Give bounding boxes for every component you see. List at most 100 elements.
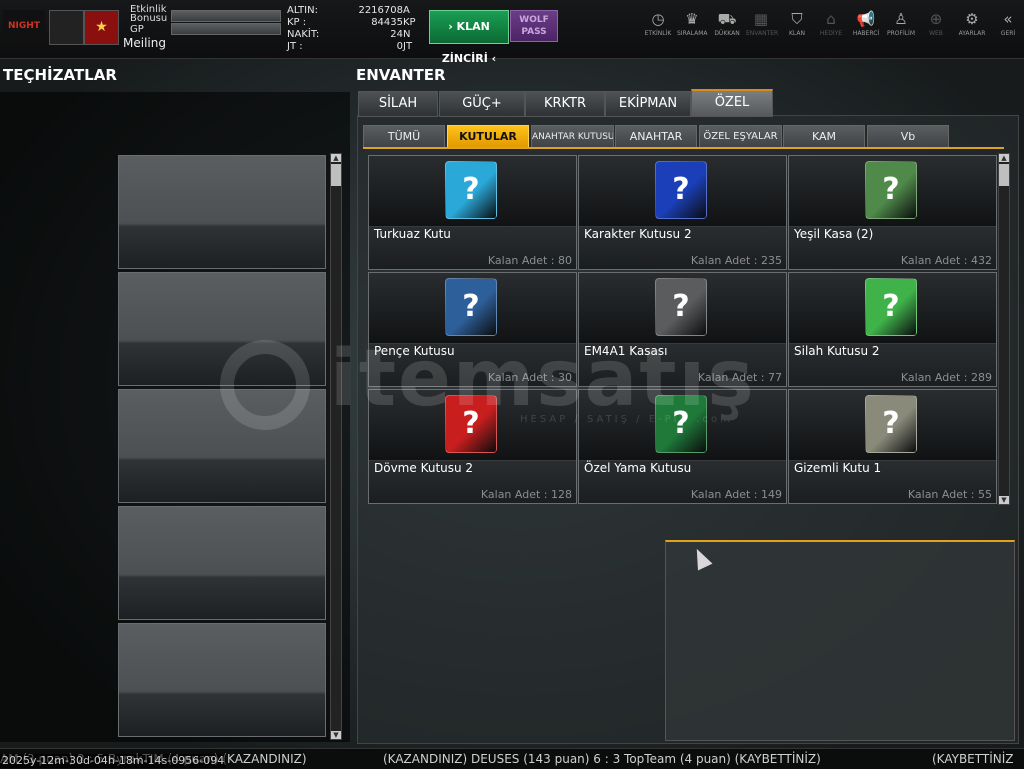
menu-profile-button[interactable]: ♙ PROFİLİM <box>886 10 916 37</box>
tab-1[interactable]: GÜÇ+ <box>439 91 525 117</box>
item-name: Özel Yama Kutusu <box>584 461 692 475</box>
item-name: EM4A1 Kasası <box>584 344 668 358</box>
timestamp: 2025y-12m-30d-04h-18m-14s-0956-094 <box>0 754 227 768</box>
inventory-item-card[interactable]: ? Dövme Kutusu 2 Kalan Adet : 128 <box>368 389 577 504</box>
menu-medal-button[interactable]: ♛ SIRALAMA <box>677 10 707 37</box>
ticker-segment: (KAZANDINIZ) DEUSES (143 puan) 6 : 3 Top… <box>383 752 821 766</box>
equipment-slot[interactable] <box>118 155 326 269</box>
equipment-slot[interactable] <box>118 623 326 737</box>
inventory-item-card[interactable]: ? Gizemli Kutu 1 Kalan Adet : 55 <box>788 389 997 504</box>
inventory-item-card[interactable]: ? Pençe Kutusu Kalan Adet : 30 <box>368 272 577 387</box>
clan-logo-icon: NIGHT <box>3 10 45 43</box>
subtab-6[interactable]: Vb <box>867 125 949 149</box>
inventory-title: ENVANTER <box>356 66 446 84</box>
item-image: ? <box>369 273 576 343</box>
menu-clock-button[interactable]: ◷ ETKİNLİK <box>643 10 673 37</box>
subtab-4[interactable]: ÖZEL EŞYALAR <box>699 125 782 149</box>
inventory-icon: ▦ <box>753 10 769 28</box>
menu-gear-button[interactable]: ⚙ AYARLAR <box>957 10 987 37</box>
menu-gift-button[interactable]: ⌂ HEDİYE <box>816 10 846 37</box>
inventory-item-card[interactable]: ? Yeşil Kasa (2) Kalan Adet : 432 <box>788 155 997 270</box>
item-image: ? <box>579 156 786 226</box>
currency-unit: JT <box>403 41 413 52</box>
currency-label: NAKİT: <box>287 29 320 40</box>
scroll-up-icon[interactable]: ▲ <box>331 154 341 162</box>
item-quantity: Kalan Adet : 80 <box>487 254 572 267</box>
item-box-icon: ? <box>655 278 707 336</box>
top-bar: NIGHT ★ Etkinlik Bonusu GP Meiling ALTIN… <box>0 0 1024 65</box>
item-quantity: Kalan Adet : 149 <box>690 488 782 501</box>
inventory-item-card[interactable]: ? Karakter Kutusu 2 Kalan Adet : 235 <box>578 155 787 270</box>
shield-icon: ⛉ <box>791 10 803 28</box>
menu-cart-button[interactable]: ⛟ DÜKKAN <box>712 10 742 37</box>
wolf-pass-button[interactable]: WOLF PASS <box>510 10 558 42</box>
item-quantity: Kalan Adet : 432 <box>900 254 992 267</box>
tab-2[interactable]: KRKTR <box>525 91 605 117</box>
scroll-down-icon[interactable]: ▼ <box>999 496 1009 504</box>
subtab-2[interactable]: ANAHTAR KUTUSU <box>531 125 614 149</box>
menu-shield-button[interactable]: ⛉ KLAN <box>782 10 812 37</box>
item-name: Dövme Kutusu 2 <box>374 461 474 475</box>
item-box-icon: ? <box>865 278 917 336</box>
klan-chain-button[interactable]: › KLAN ZİNCİRİ ‹ <box>429 10 509 65</box>
item-box-icon: ? <box>655 161 707 219</box>
gp-label: GP <box>130 24 144 35</box>
clock-icon: ◷ <box>651 10 665 28</box>
item-description-panel <box>665 540 1015 741</box>
scroll-thumb[interactable] <box>331 164 341 186</box>
inventory-item-card[interactable]: ? Silah Kutusu 2 Kalan Adet : 289 <box>788 272 997 387</box>
subtab-3[interactable]: ANAHTAR <box>615 125 697 149</box>
subtab-1[interactable]: KUTULAR <box>447 125 529 149</box>
currency-value: 2216708 <box>358 5 403 16</box>
item-name: Pençe Kutusu <box>374 344 455 358</box>
currency-label: KP : <box>287 17 307 28</box>
menu-label: WEB <box>929 30 943 37</box>
inventory-item-card[interactable]: ? Özel Yama Kutusu Kalan Adet : 149 <box>578 389 787 504</box>
equipment-scrollbar[interactable]: ▲ ▼ <box>330 153 342 740</box>
gift-icon: ⌂ <box>826 10 836 28</box>
item-image: ? <box>369 156 576 226</box>
item-quantity: Kalan Adet : 128 <box>480 488 572 501</box>
scroll-thumb[interactable] <box>999 164 1009 186</box>
scroll-up-icon[interactable]: ▲ <box>999 154 1009 162</box>
ticker-segment: (KAYBETTİNİZ <box>932 752 1014 766</box>
item-name: Gizemli Kutu 1 <box>794 461 882 475</box>
menu-inventory-button[interactable]: ▦ ENVANTER <box>746 10 778 37</box>
item-name: Turkuaz Kutu <box>374 227 451 241</box>
menu-globe-button[interactable]: ⊕ WEB <box>921 10 951 37</box>
item-image: ? <box>789 156 996 226</box>
menu-label: GERİ <box>1000 30 1016 37</box>
inventory-item-card[interactable]: ? Turkuaz Kutu Kalan Adet : 80 <box>368 155 577 270</box>
menu-label: PROFİLİM <box>886 30 916 37</box>
menu-label: HABERCİ <box>852 30 880 37</box>
equipment-slot[interactable] <box>118 506 326 620</box>
tab-4[interactable]: ÖZEL <box>691 89 773 117</box>
tab-3[interactable]: EKİPMAN <box>605 91 691 117</box>
inventory-scrollbar[interactable]: ▲ ▼ <box>998 153 1010 505</box>
item-quantity: Kalan Adet : 55 <box>907 488 992 501</box>
equipment-slot[interactable] <box>118 389 326 503</box>
scroll-down-icon[interactable]: ▼ <box>331 731 341 739</box>
currency-value: 84435 <box>371 17 403 28</box>
item-box-icon: ? <box>445 278 497 336</box>
tab-0[interactable]: SİLAH <box>358 91 438 117</box>
inventory-item-card[interactable]: ? EM4A1 Kasası Kalan Adet : 77 <box>578 272 787 387</box>
subtab-5[interactable]: KAM <box>783 125 865 149</box>
player-name: Meiling <box>123 36 166 50</box>
profile-icon: ♙ <box>894 10 908 28</box>
menu-label: AYARLAR <box>958 30 986 37</box>
menu-label: KLAN <box>788 30 805 37</box>
menu-megaphone-button[interactable]: 📢 HABERCİ <box>851 10 881 37</box>
globe-icon: ⊕ <box>929 10 943 28</box>
item-image: ? <box>789 273 996 343</box>
currency-value: 0 <box>396 41 403 52</box>
currency-label: JT : <box>287 41 303 52</box>
equipment-slot[interactable] <box>118 272 326 386</box>
event-bonus-bar <box>171 10 281 22</box>
subtab-0[interactable]: TÜMÜ <box>363 125 445 149</box>
item-quantity: Kalan Adet : 235 <box>690 254 782 267</box>
currency-unit: A <box>403 5 410 16</box>
item-image: ? <box>789 390 996 460</box>
item-name: Yeşil Kasa (2) <box>794 227 874 241</box>
menu-back-button[interactable]: « GERİ <box>993 10 1023 37</box>
